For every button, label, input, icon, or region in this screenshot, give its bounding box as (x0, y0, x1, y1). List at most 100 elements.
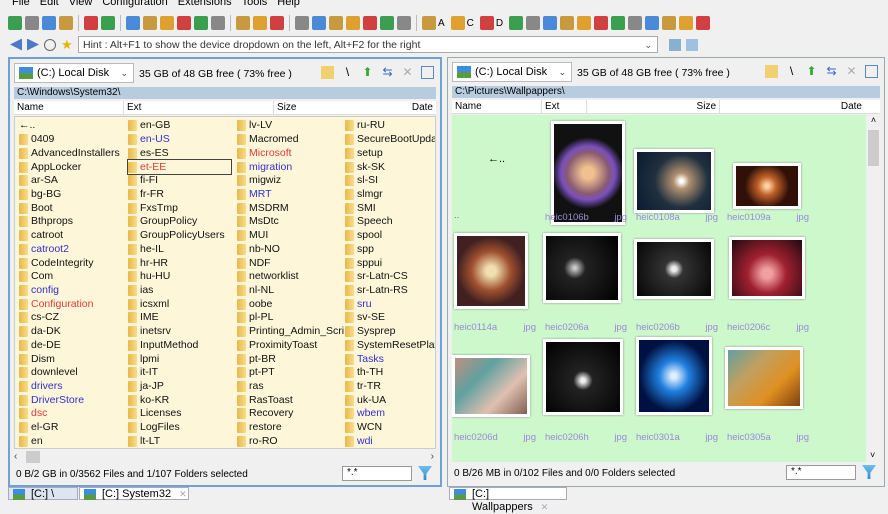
find-icon[interactable] (236, 16, 250, 30)
header-name[interactable]: Name (14, 101, 124, 114)
list-item[interactable]: sl-SI (345, 174, 435, 188)
menu-view[interactable]: View (69, 0, 93, 10)
list-item[interactable]: 0409 (19, 133, 129, 147)
menu-help[interactable]: Help (277, 0, 300, 10)
list-item[interactable]: slmgr (345, 188, 435, 202)
list-item[interactable]: MRT (237, 188, 347, 202)
rename-icon[interactable] (380, 16, 394, 30)
list-item[interactable]: networklist (237, 270, 347, 284)
list-item[interactable]: Configuration (19, 297, 129, 311)
thumbnail-item[interactable]: heic0305a jpg (725, 337, 815, 447)
dropdown-icon[interactable] (101, 16, 115, 30)
root-icon[interactable]: \ (341, 66, 354, 79)
list-item[interactable]: DriverStore (19, 393, 129, 407)
list-item[interactable]: ←.. (19, 119, 129, 133)
list-item[interactable]: Recovery (237, 407, 347, 421)
scroll-down-icon[interactable]: ˅ (870, 450, 875, 460)
list-item[interactable]: th-TH (345, 366, 435, 380)
settings-icon[interactable] (662, 16, 677, 30)
thumbnail-item[interactable]: heic0206c jpg (725, 227, 815, 337)
edit-icon[interactable] (253, 16, 267, 30)
list-item[interactable]: Microsoft (237, 146, 347, 160)
filter-input[interactable]: *.* (342, 466, 412, 481)
folder2-icon[interactable] (543, 16, 558, 30)
list-item[interactable]: inetsrv (128, 325, 238, 339)
drive-d-icon[interactable] (479, 16, 494, 30)
list-item[interactable]: sppui (345, 256, 435, 270)
thumbnail-item[interactable]: heic0206b jpg (634, 227, 724, 337)
list-item[interactable]: MsDtc (237, 215, 347, 229)
thumbnail-item[interactable]: heic0206a jpg (543, 227, 633, 337)
list-item[interactable]: he-IL (128, 242, 238, 256)
list-item[interactable]: Macromed (237, 133, 347, 147)
list-item[interactable]: config (19, 284, 129, 298)
list-item[interactable]: ko-KR (128, 393, 238, 407)
list-item[interactable]: catroot2 (19, 242, 129, 256)
list-item[interactable]: downlevel (19, 366, 129, 380)
list-item[interactable]: Boot (19, 201, 129, 215)
list-item[interactable]: pl-PL (237, 311, 347, 325)
desktop-icon[interactable] (509, 16, 524, 30)
list-item[interactable]: nb-NO (237, 242, 347, 256)
drive-dropdown[interactable]: (C:) Local Disk ⌄ (452, 62, 572, 82)
list-item[interactable]: SMI (345, 201, 435, 215)
menu-file[interactable]: File (12, 0, 30, 10)
thumbnail-item[interactable]: heic0108a jpg (634, 117, 724, 227)
list-item[interactable]: et-EE (127, 159, 232, 175)
move-icon[interactable] (143, 16, 157, 30)
list-item[interactable]: bg-BG (19, 188, 129, 202)
folder3-icon[interactable] (560, 16, 575, 30)
menu-configuration[interactable]: Configuration (102, 0, 167, 10)
network-icon[interactable] (628, 16, 643, 30)
list-item[interactable]: restore (237, 421, 347, 435)
list-item[interactable]: sr-Latn-RS (345, 284, 435, 298)
file-list[interactable]: ←.. 0409 AdvancedInstallers AppLocker ar-SA b… (14, 116, 436, 449)
copy-name-icon[interactable] (329, 16, 343, 30)
menu-edit[interactable]: Edit (40, 0, 59, 10)
swap-icon[interactable]: ⇆ (381, 66, 394, 79)
list-item[interactable]: en-GB (128, 119, 238, 133)
list-item[interactable]: dsc (19, 407, 129, 421)
up-icon[interactable]: ⬆ (361, 66, 374, 79)
view-icon[interactable] (421, 66, 434, 79)
list-item[interactable]: migration (237, 160, 347, 174)
list-item[interactable]: sr-Latn-CS (345, 270, 435, 284)
list-item[interactable]: ias (128, 284, 238, 298)
favorites-star-icon[interactable]: ★ (61, 38, 73, 51)
list-item[interactable]: el-GR (19, 421, 129, 435)
list-item[interactable]: lt-LT (128, 435, 238, 448)
tab-c-root[interactable]: [C:] \ (8, 487, 78, 500)
list-item[interactable]: hr-HR (128, 256, 238, 270)
filter-input[interactable]: *.* (786, 465, 856, 480)
list-item[interactable]: sv-SE (345, 311, 435, 325)
list-item[interactable]: Printing_Admin_Scri... (237, 325, 353, 339)
drive-a-icon[interactable] (422, 16, 436, 30)
list-item[interactable]: Sysprep (345, 325, 435, 339)
list-item[interactable]: Dism (19, 352, 129, 366)
compare-icon[interactable] (270, 16, 284, 30)
phone-icon[interactable] (696, 16, 711, 30)
back-icon[interactable] (10, 38, 22, 51)
pin-icon[interactable]: ✕ (401, 66, 414, 79)
vertical-scrollbar[interactable]: ˄ ˅ (867, 115, 880, 462)
list-item[interactable]: Speech (345, 215, 435, 229)
sync-icon[interactable] (765, 65, 778, 78)
folder5-icon[interactable] (594, 16, 609, 30)
header-date[interactable]: Date (286, 101, 436, 114)
list-item[interactable]: icsxml (128, 297, 238, 311)
refresh-icon[interactable] (8, 16, 22, 30)
up-icon[interactable]: ⬆ (805, 65, 818, 78)
horizontal-scrollbar[interactable]: ‹ › (14, 451, 436, 463)
thumbnail-item[interactable]: heic0301a jpg (634, 337, 724, 447)
list-item[interactable]: SystemResetPlatfor (345, 339, 435, 353)
list-item[interactable]: lv-LV (237, 119, 347, 133)
list-item[interactable]: SecureBootUpdate (345, 133, 435, 147)
list-item[interactable]: fr-FR (128, 188, 238, 202)
list-item[interactable]: CodeIntegrity (19, 256, 129, 270)
hint-input[interactable]: Hint : Alt+F1 to show the device dropdow… (78, 36, 658, 53)
scroll-thumb[interactable] (26, 451, 40, 463)
filter-icon[interactable] (418, 466, 432, 480)
filter-icon[interactable] (862, 465, 876, 479)
list-item[interactable]: Bthprops (19, 215, 129, 229)
thumbnail-item[interactable]: heic0106b jpg (543, 117, 633, 227)
